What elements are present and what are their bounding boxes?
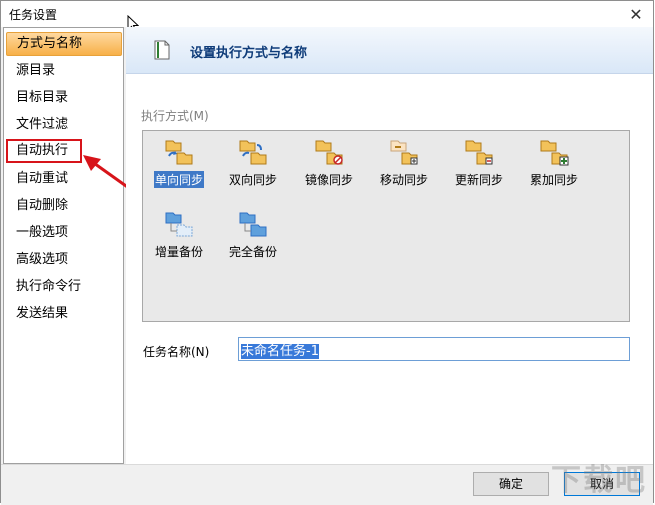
mode-update-sync[interactable]: 更新同步 — [449, 137, 509, 193]
mode-label: 镜像同步 — [304, 173, 353, 187]
sidebar-item-file-filter[interactable]: 文件过滤 — [6, 113, 122, 137]
mode-one-way-sync[interactable]: 单向同步 — [149, 137, 209, 193]
sidebar-item-run-command[interactable]: 执行命令行 — [6, 275, 122, 299]
mode-mirror-sync[interactable]: 镜像同步 — [299, 137, 359, 193]
task-name-input[interactable]: 未命名任务-1 — [238, 337, 630, 361]
sidebar-item-mode-name[interactable]: 方式与名称 — [6, 32, 122, 56]
title-bar: 任务设置 ✕ — [1, 1, 653, 27]
mode-group-label: 执行方式(M) — [141, 109, 209, 123]
sidebar-item-send-result[interactable]: 发送结果 — [6, 302, 122, 326]
document-icon — [154, 40, 170, 60]
window-title: 任务设置 — [9, 8, 58, 22]
mode-full-backup[interactable]: 完全备份 — [223, 209, 283, 265]
mode-label: 移动同步 — [379, 173, 428, 187]
mode-label: 累加同步 — [529, 173, 578, 187]
mode-accumulate-sync[interactable]: 累加同步 — [524, 137, 584, 193]
mode-label: 增量备份 — [154, 245, 203, 259]
update-sync-icon — [465, 140, 493, 165]
sidebar-item-label: 源目录 — [16, 63, 56, 78]
ok-button[interactable]: 确定 — [473, 472, 549, 496]
sidebar-item-source-dir[interactable]: 源目录 — [6, 59, 122, 83]
sidebar-item-label: 高级选项 — [16, 252, 69, 267]
sidebar-item-label: 自动执行 — [16, 143, 69, 158]
sidebar-item-advanced-options[interactable]: 高级选项 — [6, 248, 122, 272]
panel-header: 设置执行方式与名称 — [126, 27, 653, 74]
two-way-sync-icon — [239, 140, 267, 165]
sidebar-item-target-dir[interactable]: 目标目录 — [6, 86, 122, 110]
settings-sidebar: 方式与名称 源目录 目标目录 文件过滤 自动执行 自动重试 自动删除 一般选项 … — [3, 27, 124, 464]
incremental-backup-icon — [165, 212, 193, 237]
dialog-footer: 确定 取消 下载吧 — [1, 463, 653, 505]
page-title: 设置执行方式与名称 — [190, 46, 308, 61]
mode-move-sync[interactable]: 移动同步 — [374, 137, 434, 193]
task-name-value: 未命名任务-1 — [241, 344, 319, 359]
sidebar-item-label: 目标目录 — [16, 90, 69, 105]
sidebar-item-label: 文件过滤 — [16, 117, 69, 132]
mode-label: 双向同步 — [228, 173, 277, 187]
close-icon[interactable]: ✕ — [625, 3, 647, 25]
task-name-label: 任务名称(N) — [143, 345, 210, 359]
mode-list: 单向同步 双向同步 镜像同步 移动同步 更新同步 累加同步 增量备份 完全备份 — [142, 130, 630, 322]
sidebar-item-auto-run[interactable]: 自动执行 — [6, 139, 82, 163]
mode-incremental-backup[interactable]: 增量备份 — [149, 209, 209, 265]
full-backup-icon — [239, 212, 267, 237]
sidebar-item-label: 一般选项 — [16, 225, 69, 240]
sidebar-item-label: 发送结果 — [16, 306, 69, 321]
sidebar-item-label: 自动删除 — [16, 198, 69, 213]
main-panel: 设置执行方式与名称 执行方式(M) 单向同步 双向同步 镜像同步 移动同步 更新… — [126, 27, 653, 464]
mode-label: 更新同步 — [454, 173, 503, 187]
one-way-sync-icon — [165, 140, 193, 165]
mode-label: 单向同步 — [153, 171, 204, 188]
move-sync-icon — [390, 140, 418, 165]
mode-two-way-sync[interactable]: 双向同步 — [223, 137, 283, 193]
accumulate-sync-icon — [540, 140, 569, 166]
mode-label: 完全备份 — [228, 245, 277, 259]
sidebar-item-label: 自动重试 — [16, 171, 69, 186]
watermark-logo: 下载吧 — [551, 463, 647, 498]
task-settings-window: 任务设置 ✕ 方式与名称 源目录 目标目录 文件过滤 自动执行 自动重试 自动删… — [0, 0, 654, 505]
sidebar-item-general-options[interactable]: 一般选项 — [6, 221, 122, 245]
sidebar-item-label: 方式与名称 — [17, 36, 83, 51]
sidebar-item-label: 执行命令行 — [16, 279, 82, 294]
mirror-sync-icon — [315, 140, 343, 165]
